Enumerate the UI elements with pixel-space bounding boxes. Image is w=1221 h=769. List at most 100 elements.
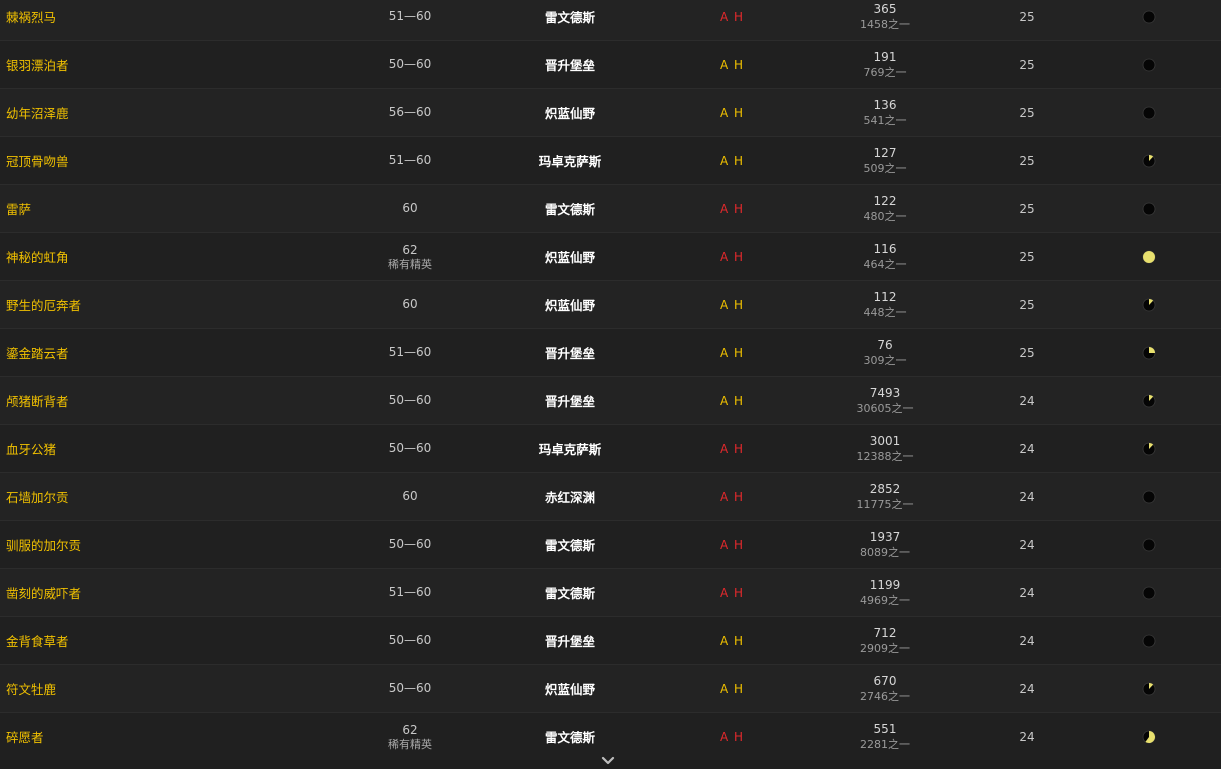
level-cell: 51—60 — [340, 329, 480, 376]
faction-alliance: A — [719, 297, 730, 312]
zone-link[interactable]: 炽蓝仙野 — [490, 89, 650, 136]
table-row[interactable]: 符文牡鹿 50—60 炽蓝仙野 A H 670 2746之一 24 — [0, 664, 1221, 712]
level-range: 51—60 — [388, 345, 432, 359]
mount-name-link[interactable]: 驯服的加尔贡 — [6, 521, 81, 568]
table-row[interactable]: 幼年沼泽鹿 56—60 炽蓝仙野 A H 136 541之一 25 — [0, 88, 1221, 136]
zone-link[interactable]: 雷文德斯 — [490, 569, 650, 616]
zone-link[interactable]: 赤红深渊 — [490, 473, 650, 520]
pie-chart-icon — [1131, 665, 1167, 712]
level-cell: 60 — [340, 473, 480, 520]
count-cell: 712 2909之一 — [820, 617, 950, 664]
count-fraction: 309之一 — [863, 353, 907, 367]
mount-name-link[interactable]: 神秘的虹角 — [6, 233, 69, 280]
zone-link[interactable]: 炽蓝仙野 — [490, 281, 650, 328]
mount-name-link[interactable]: 石墙加尔贡 — [6, 473, 69, 520]
faction-alliance: A — [719, 393, 730, 408]
mount-name-link[interactable]: 颅猪断背者 — [6, 377, 69, 424]
count-cell: 191 769之一 — [820, 41, 950, 88]
count-value: 136 — [873, 97, 897, 112]
zone-link[interactable]: 晋升堡垒 — [490, 41, 650, 88]
pie-chart-icon — [1131, 329, 1167, 376]
table-row[interactable]: 神秘的虹角 62 稀有精英 炽蓝仙野 A H 116 464之一 25 — [0, 232, 1221, 280]
table-row[interactable]: 金背食草者 50—60 晋升堡垒 A H 712 2909之一 24 — [0, 616, 1221, 664]
rank-value: 24 — [1019, 585, 1035, 600]
count-value: 7493 — [869, 385, 901, 400]
count-fraction: 480之一 — [863, 209, 907, 223]
faction-horde: H — [734, 9, 745, 24]
count-fraction: 2909之一 — [860, 641, 910, 655]
pie-chart-icon — [1131, 233, 1167, 280]
table-row[interactable]: 碎愿者 62 稀有精英 雷文德斯 A H 551 2281之一 24 — [0, 712, 1221, 760]
mount-name-link[interactable]: 幼年沼泽鹿 — [6, 89, 69, 136]
pie-chart-icon — [1131, 617, 1167, 664]
zone-link[interactable]: 炽蓝仙野 — [490, 233, 650, 280]
level-range: 60 — [402, 489, 418, 503]
count-value: 191 — [873, 49, 897, 64]
count-value: 670 — [873, 673, 897, 688]
mount-name-link[interactable]: 野生的厄奔者 — [6, 281, 81, 328]
table-row[interactable]: 银羽漂泊者 50—60 晋升堡垒 A H 191 769之一 25 — [0, 40, 1221, 88]
table-row[interactable]: 驯服的加尔贡 50—60 雷文德斯 A H 1937 8089之一 24 — [0, 520, 1221, 568]
table-row[interactable]: 鎏金踏云者 51—60 晋升堡垒 A H 76 309之一 25 — [0, 328, 1221, 376]
count-value: 2852 — [869, 481, 901, 496]
rank-value: 25 — [1019, 345, 1035, 360]
zone-link[interactable]: 雷文德斯 — [490, 0, 650, 40]
pie-chart-icon — [1131, 137, 1167, 184]
level-range: 50—60 — [388, 393, 432, 407]
count-cell: 127 509之一 — [820, 137, 950, 184]
mount-name-link[interactable]: 雷萨 — [6, 185, 31, 232]
count-cell: 122 480之一 — [820, 185, 950, 232]
rank-value: 25 — [1019, 105, 1035, 120]
zone-link[interactable]: 炽蓝仙野 — [490, 665, 650, 712]
rank-value: 25 — [1019, 297, 1035, 312]
pie-chart-icon — [1131, 521, 1167, 568]
mount-name-link[interactable]: 鎏金踏云者 — [6, 329, 69, 376]
table-row[interactable]: 雷萨 60 雷文德斯 A H 122 480之一 25 — [0, 184, 1221, 232]
chevron-down-icon[interactable] — [600, 755, 616, 767]
mount-name-link[interactable]: 银羽漂泊者 — [6, 41, 69, 88]
table-row[interactable]: 冠顶骨吻兽 51—60 玛卓克萨斯 A H 127 509之一 25 — [0, 136, 1221, 184]
table-row[interactable]: 野生的厄奔者 60 炽蓝仙野 A H 112 448之一 25 — [0, 280, 1221, 328]
zone-link[interactable]: 玛卓克萨斯 — [490, 137, 650, 184]
table-row[interactable]: 棘祸烈马 51—60 雷文德斯 A H 365 1458之一 25 — [0, 0, 1221, 40]
level-range: 62 — [402, 722, 418, 737]
level-cell: 50—60 — [340, 377, 480, 424]
rank-value: 25 — [1019, 153, 1035, 168]
faction-cell: A H — [700, 185, 764, 232]
level-cell: 50—60 — [340, 617, 480, 664]
faction-horde: H — [734, 201, 745, 216]
count-cell: 136 541之一 — [820, 89, 950, 136]
zone-link[interactable]: 玛卓克萨斯 — [490, 425, 650, 472]
mount-name-link[interactable]: 金背食草者 — [6, 617, 69, 664]
faction-alliance: A — [719, 201, 730, 216]
zone-link[interactable]: 雷文德斯 — [490, 713, 650, 760]
faction-alliance: A — [719, 57, 730, 72]
mount-name-link[interactable]: 碎愿者 — [6, 713, 44, 760]
faction-cell: A H — [700, 665, 764, 712]
count-value: 1199 — [869, 577, 901, 592]
faction-horde: H — [734, 105, 745, 120]
mount-name-link[interactable]: 血牙公猪 — [6, 425, 56, 472]
mount-name-link[interactable]: 凿刻的威吓者 — [6, 569, 81, 616]
zone-link[interactable]: 雷文德斯 — [490, 185, 650, 232]
zone-link[interactable]: 晋升堡垒 — [490, 329, 650, 376]
zone-link[interactable]: 晋升堡垒 — [490, 377, 650, 424]
level-range: 56—60 — [388, 105, 432, 119]
level-range: 50—60 — [388, 441, 432, 455]
level-cell: 56—60 — [340, 89, 480, 136]
level-range: 60 — [402, 297, 418, 311]
zone-link[interactable]: 雷文德斯 — [490, 521, 650, 568]
table-row[interactable]: 凿刻的威吓者 51—60 雷文德斯 A H 1199 4969之一 24 — [0, 568, 1221, 616]
faction-horde: H — [734, 441, 745, 456]
count-fraction: 2281之一 — [860, 737, 910, 751]
table-row[interactable]: 石墙加尔贡 60 赤红深渊 A H 2852 11775之一 24 — [0, 472, 1221, 520]
table-row[interactable]: 颅猪断背者 50—60 晋升堡垒 A H 7493 30605之一 24 — [0, 376, 1221, 424]
level-cell: 51—60 — [340, 569, 480, 616]
pie-chart-icon — [1131, 569, 1167, 616]
mount-name-link[interactable]: 符文牡鹿 — [6, 665, 56, 712]
mount-name-link[interactable]: 棘祸烈马 — [6, 0, 56, 40]
table-row[interactable]: 血牙公猪 50—60 玛卓克萨斯 A H 3001 12388之一 24 — [0, 424, 1221, 472]
level-range: 50—60 — [388, 633, 432, 647]
mount-name-link[interactable]: 冠顶骨吻兽 — [6, 137, 69, 184]
zone-link[interactable]: 晋升堡垒 — [490, 617, 650, 664]
